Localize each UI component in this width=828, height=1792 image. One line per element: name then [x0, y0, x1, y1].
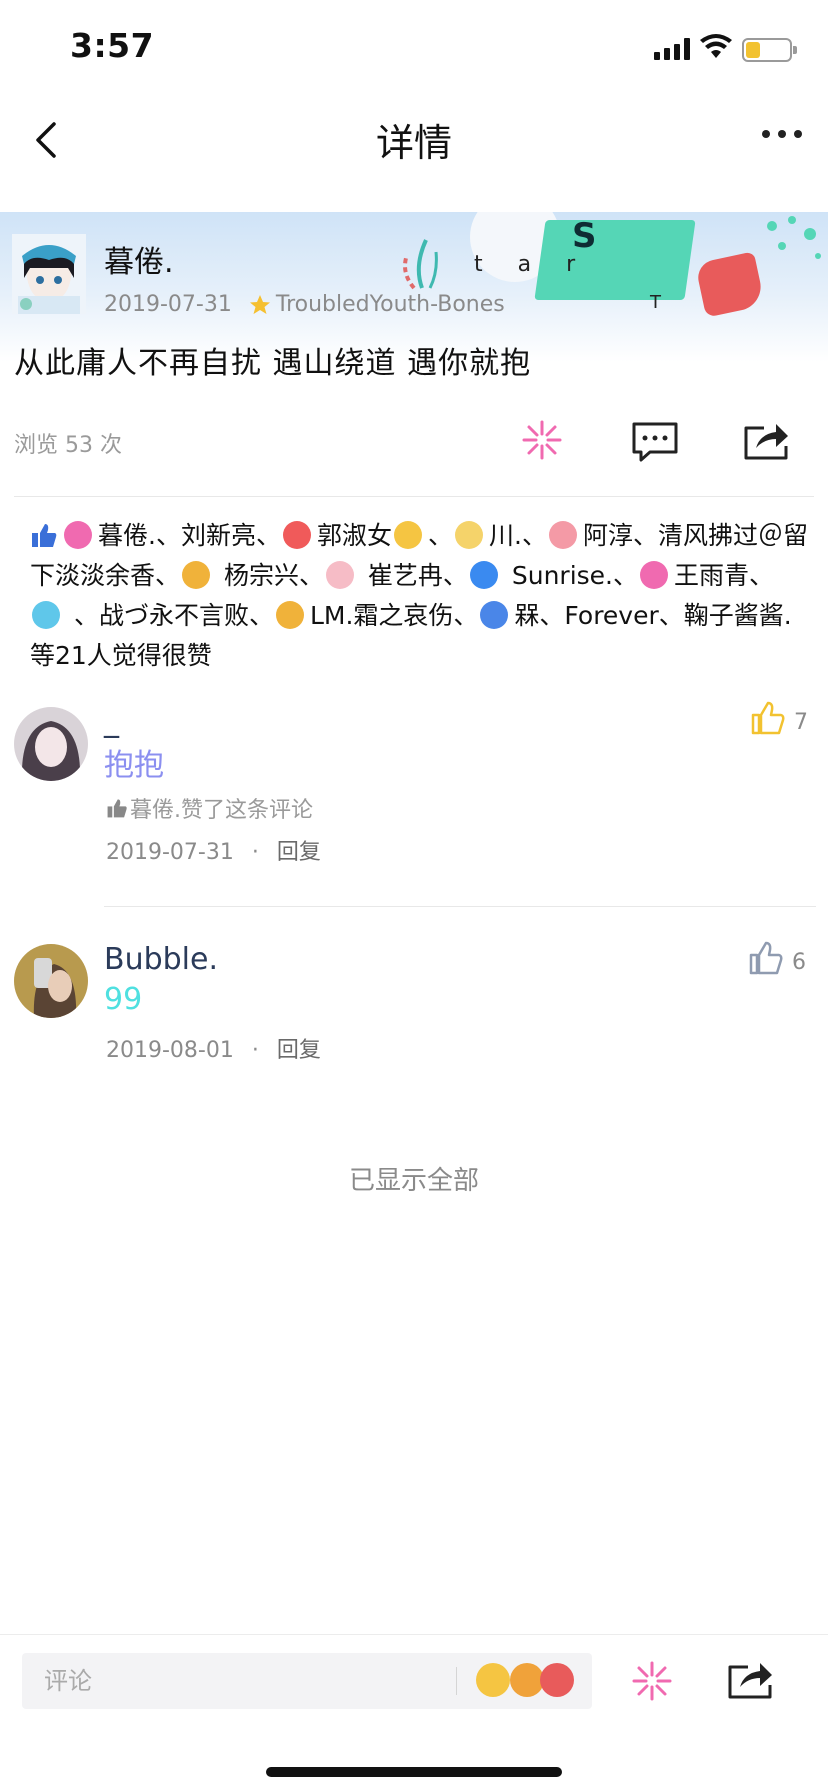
bottom-bar — [0, 1634, 828, 1792]
love-icon — [548, 521, 577, 549]
liker-name[interactable]: 崔艺冉、 — [360, 561, 468, 590]
liker-name[interactable]: 王雨青、 — [674, 561, 774, 590]
comment-like-count: 7 — [794, 710, 808, 735]
liker-name[interactable]: 、 — [428, 521, 453, 550]
comment-icon[interactable] — [630, 420, 680, 464]
page-title: 详情 — [375, 121, 452, 165]
comment-like-icon[interactable] — [750, 700, 786, 736]
beer-icon — [275, 601, 304, 629]
angry-emoji-icon[interactable] — [540, 1663, 574, 1697]
grin-emoji-icon[interactable] — [476, 1663, 510, 1697]
post-content: 从此庸人不再自扰 遇山绕道 遇你就抱 — [14, 346, 532, 381]
bell-icon — [469, 561, 498, 589]
liker-name[interactable]: 川.、 — [489, 521, 547, 550]
nav-bar: 详情 — [0, 100, 828, 210]
comment-author-name[interactable]: Bubble. — [104, 942, 218, 977]
home-indicator[interactable] — [266, 1767, 562, 1777]
cellular-signal-icon — [654, 38, 690, 60]
liker-name[interactable]: 刘新亮、 — [181, 521, 281, 550]
comment-liked-by: 暮倦.赞了这条评论 — [106, 792, 313, 824]
post-meta: 2019-07-31 TroubledYouth-Bones — [104, 292, 505, 317]
all-shown-label: 已显示全部 — [348, 1166, 479, 1196]
post-date: 2019-07-31 — [104, 292, 232, 317]
comment-text: 抱抱 — [104, 748, 164, 783]
fish-icon — [480, 601, 509, 629]
bubbles-decoration-icon — [767, 216, 821, 259]
divider — [456, 1667, 457, 1695]
commenter-avatar[interactable] — [14, 944, 88, 1018]
commenter-avatar[interactable] — [14, 707, 88, 781]
comment-like-count: 6 — [792, 950, 806, 975]
flower-like-icon[interactable] — [520, 418, 564, 462]
comment-date: 2019-08-01 — [106, 1038, 234, 1063]
sun-icon — [182, 561, 211, 589]
liker-name[interactable]: 郭淑女 — [317, 521, 392, 550]
angel-emoji-icon — [393, 521, 422, 549]
divider — [104, 906, 816, 907]
view-count: 浏览 53 次 — [14, 433, 122, 458]
thumbs-up-icon — [107, 799, 127, 818]
liker-name[interactable]: LM.霜之哀伤、 — [310, 601, 478, 630]
cute-icon — [325, 561, 354, 589]
banner-letter: T — [650, 292, 661, 313]
liked-by-text: 暮倦.赞了这条评论 — [130, 798, 313, 823]
likers-list: 暮倦.、刘新亮、 郭淑女、川.、 阿淳、清风拂过＠留下淡淡余香、 杨宗兴、 崔艺冉、… — [30, 516, 810, 676]
heart-icon — [282, 521, 311, 549]
banner-letters: t a r — [474, 252, 590, 277]
divider — [14, 496, 814, 497]
fighting-emoji-icon[interactable] — [510, 1663, 544, 1697]
author-name[interactable]: 暮倦. — [104, 237, 174, 281]
crown-icon — [32, 601, 60, 629]
liker-icon — [64, 521, 92, 549]
comment-date: 2019-07-31 — [106, 840, 234, 865]
more-options-icon[interactable] — [760, 130, 804, 142]
liker-name[interactable]: 、战づ永不言败、 — [66, 601, 274, 630]
liker-name[interactable]: 暮倦.、 — [98, 521, 181, 550]
battery-icon — [742, 38, 797, 62]
liker-name[interactable]: 杨宗兴、 — [216, 561, 324, 590]
thumbs-up-icon — [32, 524, 57, 547]
flower-like-icon[interactable] — [630, 1659, 674, 1703]
badge-text[interactable]: TroubledYouth-Bones — [276, 292, 505, 317]
comment-text: 99 — [104, 982, 143, 1017]
author-avatar[interactable] — [12, 234, 86, 314]
share-icon[interactable] — [726, 1657, 776, 1701]
reply-button[interactable]: 回复 — [277, 1038, 321, 1063]
status-time: 3:57 — [70, 26, 155, 65]
wifi-icon — [700, 34, 732, 58]
egg-icon — [455, 521, 483, 549]
seaweed-decoration-icon — [403, 239, 438, 290]
liker-name[interactable]: Sunrise.、 — [504, 561, 638, 590]
banner-letter: S — [572, 216, 597, 256]
star-badge-icon — [249, 294, 270, 314]
comment-meta: 2019-07-31 · 回复 — [106, 840, 321, 865]
smile-icon — [640, 561, 669, 589]
comment-meta: 2019-08-01 · 回复 — [106, 1038, 321, 1063]
reply-button[interactable]: 回复 — [277, 840, 321, 865]
comment-author-name[interactable]: _ — [104, 704, 119, 739]
share-icon[interactable] — [742, 418, 792, 462]
comment-like-icon[interactable] — [748, 940, 784, 976]
status-bar: 3:57 — [0, 0, 828, 100]
